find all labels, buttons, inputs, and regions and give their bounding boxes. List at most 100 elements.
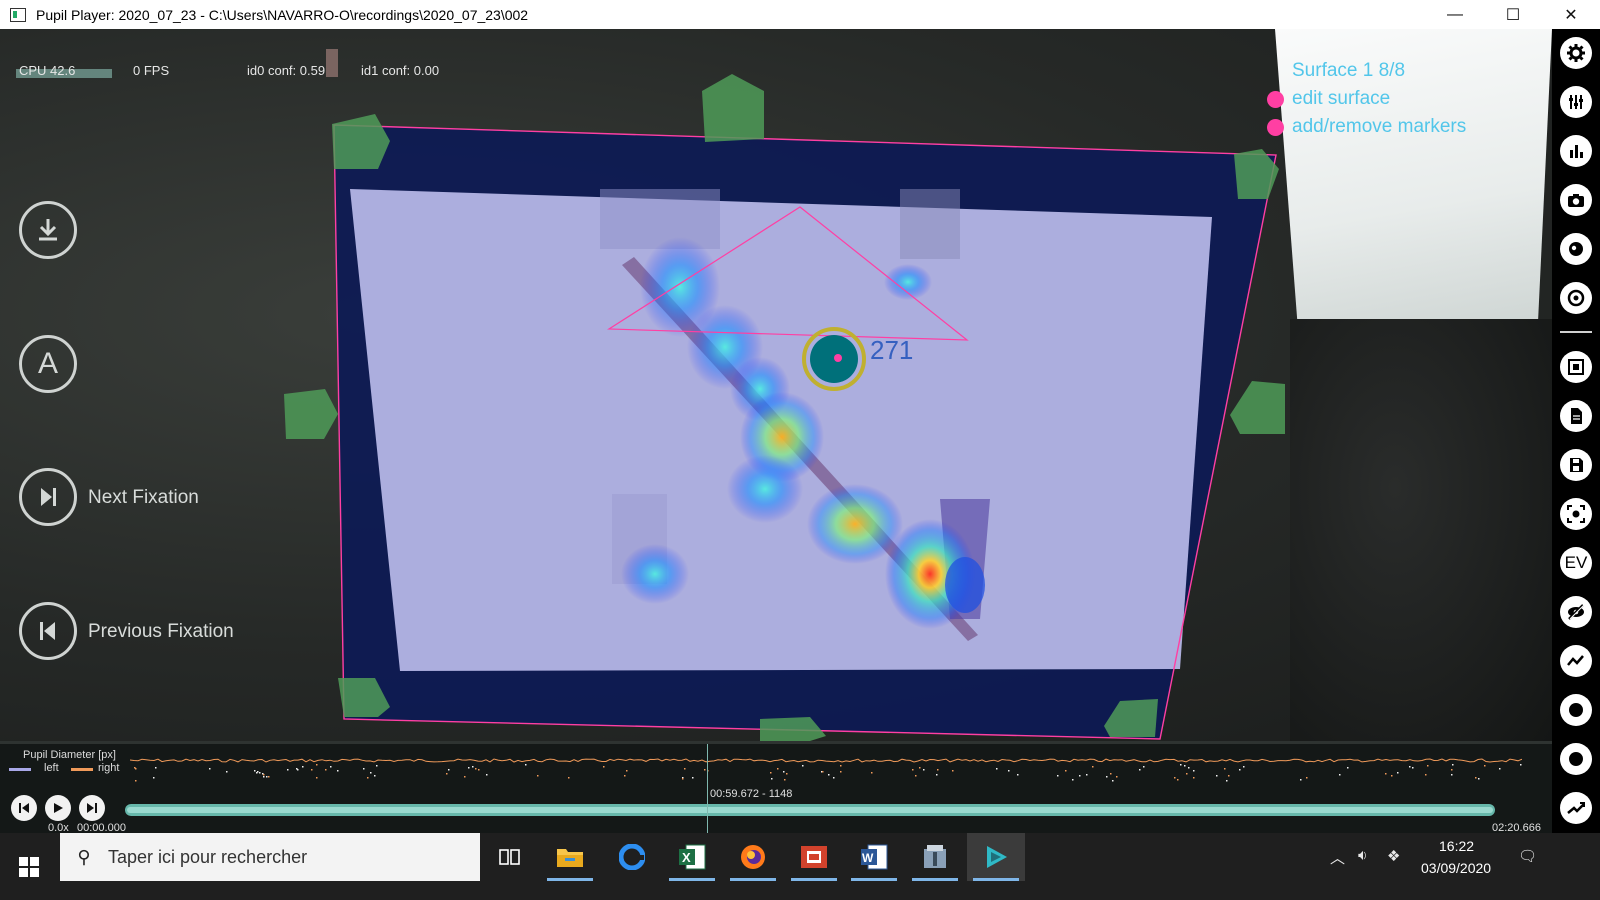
pupil-sample-dot bbox=[1226, 780, 1228, 782]
volume-icon[interactable]: 🔉︎ bbox=[1358, 847, 1367, 864]
dropbox-icon[interactable]: ❖ bbox=[1387, 847, 1400, 865]
sliders-icon[interactable] bbox=[1560, 86, 1592, 118]
edit-surface-label[interactable]: edit surface bbox=[1292, 88, 1390, 110]
next-frame-button[interactable] bbox=[79, 795, 105, 821]
pupil-sample-dot bbox=[828, 774, 830, 776]
clock-date[interactable]: 03/09/2020 bbox=[1421, 860, 1491, 876]
pupil-sample-dot bbox=[1520, 764, 1522, 766]
seek-bar[interactable] bbox=[125, 804, 1495, 816]
play-icon bbox=[54, 803, 63, 813]
notification-icon[interactable]: 🗨︎ bbox=[1518, 847, 1537, 865]
pupil-sample-dot bbox=[833, 777, 835, 779]
pupil-sample-dot bbox=[153, 777, 155, 779]
annotation-button[interactable]: A bbox=[19, 335, 77, 393]
minimize-button[interactable]: — bbox=[1426, 0, 1484, 29]
pupil-sample-dot bbox=[256, 772, 258, 774]
surface-icon[interactable] bbox=[1560, 351, 1592, 383]
pupil-sample-dot bbox=[684, 768, 686, 770]
screenshot-icon[interactable] bbox=[1560, 498, 1592, 530]
pupil-sample-dot bbox=[1484, 765, 1486, 767]
acrobat-icon[interactable] bbox=[785, 833, 843, 881]
pupil-sample-dot bbox=[704, 769, 706, 771]
pupil-sample-dot bbox=[478, 769, 480, 771]
current-frame-label: 00:59.672 - 1148 bbox=[710, 788, 793, 800]
ev-label: EV bbox=[1564, 553, 1588, 572]
pupil-sample-dot bbox=[135, 768, 137, 770]
pupil-sample-dot bbox=[486, 774, 488, 776]
pupil-sample-dot bbox=[692, 777, 694, 779]
camera-icon[interactable] bbox=[1560, 184, 1592, 216]
eye-icon[interactable] bbox=[1560, 233, 1592, 265]
pupil-sample-dot bbox=[915, 775, 917, 777]
pupil-sample-dot bbox=[1224, 768, 1226, 770]
pupil-sample-dot bbox=[912, 769, 914, 771]
pupil-sample-dot bbox=[1079, 775, 1081, 777]
pupil-sample-dot bbox=[525, 764, 527, 766]
fixation-id-label: 271 bbox=[870, 335, 914, 365]
export-button[interactable] bbox=[19, 201, 77, 259]
pupil-sample-dot bbox=[1086, 774, 1088, 776]
archive-icon[interactable] bbox=[906, 833, 964, 881]
pupil-sample-dot bbox=[1347, 767, 1349, 769]
pupil-sample-dot bbox=[996, 768, 998, 770]
maximize-button[interactable]: ☐ bbox=[1484, 0, 1542, 29]
ring-icon[interactable] bbox=[1560, 743, 1592, 775]
system-tray: ︿ 🔉︎ ❖ 16:22 03/09/2020 🗨︎ bbox=[1325, 833, 1600, 881]
pupil-sample-dot bbox=[603, 766, 605, 768]
pupil-sample-dot bbox=[952, 770, 954, 772]
pupil-sample-dot bbox=[1143, 766, 1145, 768]
pupil-sample-dot bbox=[1451, 769, 1453, 771]
pupil-sample-dot bbox=[446, 773, 448, 775]
bar-chart-icon[interactable] bbox=[1560, 135, 1592, 167]
document-icon[interactable] bbox=[1560, 400, 1592, 432]
line-chart-icon[interactable] bbox=[1560, 645, 1592, 677]
pupil-sample-dot bbox=[1427, 765, 1429, 767]
pupil-sample-dot bbox=[268, 776, 270, 778]
task-view-icon[interactable] bbox=[481, 833, 539, 881]
skip-forward-icon bbox=[87, 803, 97, 813]
pupil-sample-dot bbox=[1116, 776, 1118, 778]
circle-icon[interactable] bbox=[1560, 694, 1592, 726]
pupil-sample-dot bbox=[840, 765, 842, 767]
edit-surface-toggle[interactable] bbox=[1267, 91, 1284, 108]
pupil-sample-dot bbox=[448, 769, 450, 771]
taskbar-search-box[interactable]: ⚲ Taper ici pour rechercher bbox=[60, 833, 480, 881]
save-icon[interactable] bbox=[1560, 449, 1592, 481]
firefox-icon[interactable] bbox=[724, 833, 782, 881]
pupil-sample-dot bbox=[1065, 770, 1067, 772]
close-button[interactable]: ✕ bbox=[1542, 0, 1600, 29]
playhead[interactable] bbox=[707, 744, 709, 833]
previous-fixation-label: Previous Fixation bbox=[88, 621, 234, 642]
pupil-sample-dot bbox=[771, 778, 773, 780]
add-remove-markers-label[interactable]: add/remove markers bbox=[1292, 116, 1466, 138]
edge-icon[interactable] bbox=[603, 833, 661, 881]
chevron-up-icon[interactable]: ︿ bbox=[1330, 847, 1345, 868]
pupil-player-icon[interactable] bbox=[967, 833, 1025, 881]
skip-back-icon bbox=[19, 803, 29, 813]
previous-frame-button[interactable] bbox=[11, 795, 37, 821]
clock-time[interactable]: 16:22 bbox=[1439, 838, 1474, 854]
ev-icon[interactable]: EV bbox=[1560, 547, 1592, 579]
hidden-eye-icon[interactable] bbox=[1560, 596, 1592, 628]
right-pupil-trace bbox=[130, 758, 1522, 763]
pupil-sample-dot bbox=[325, 769, 327, 771]
pupil-sample-dot bbox=[1184, 765, 1186, 767]
previous-fixation-button[interactable] bbox=[19, 602, 77, 660]
pupil-diameter-plot bbox=[130, 758, 1522, 782]
add-remove-markers-toggle[interactable] bbox=[1267, 119, 1284, 136]
next-fixation-button[interactable] bbox=[19, 468, 77, 526]
word-icon[interactable]: W bbox=[845, 833, 903, 881]
play-button[interactable] bbox=[45, 795, 71, 821]
pupil-sample-dot bbox=[259, 772, 261, 774]
target-icon[interactable] bbox=[1560, 282, 1592, 314]
windows-logo-icon bbox=[19, 856, 39, 877]
file-explorer-icon[interactable] bbox=[541, 833, 599, 881]
start-button[interactable] bbox=[0, 833, 58, 900]
world-video-view[interactable]: 271 CPU 42.6 0 FPS id0 conf: 0.59 id1 co… bbox=[0, 29, 1552, 741]
pupil-sample-dot bbox=[624, 775, 626, 777]
pupil-sample-dot bbox=[1499, 768, 1501, 770]
gear-icon[interactable] bbox=[1560, 37, 1592, 69]
trend-icon[interactable] bbox=[1560, 792, 1592, 824]
excel-icon[interactable]: X bbox=[663, 833, 721, 881]
pupil-sample-dot bbox=[802, 765, 804, 767]
